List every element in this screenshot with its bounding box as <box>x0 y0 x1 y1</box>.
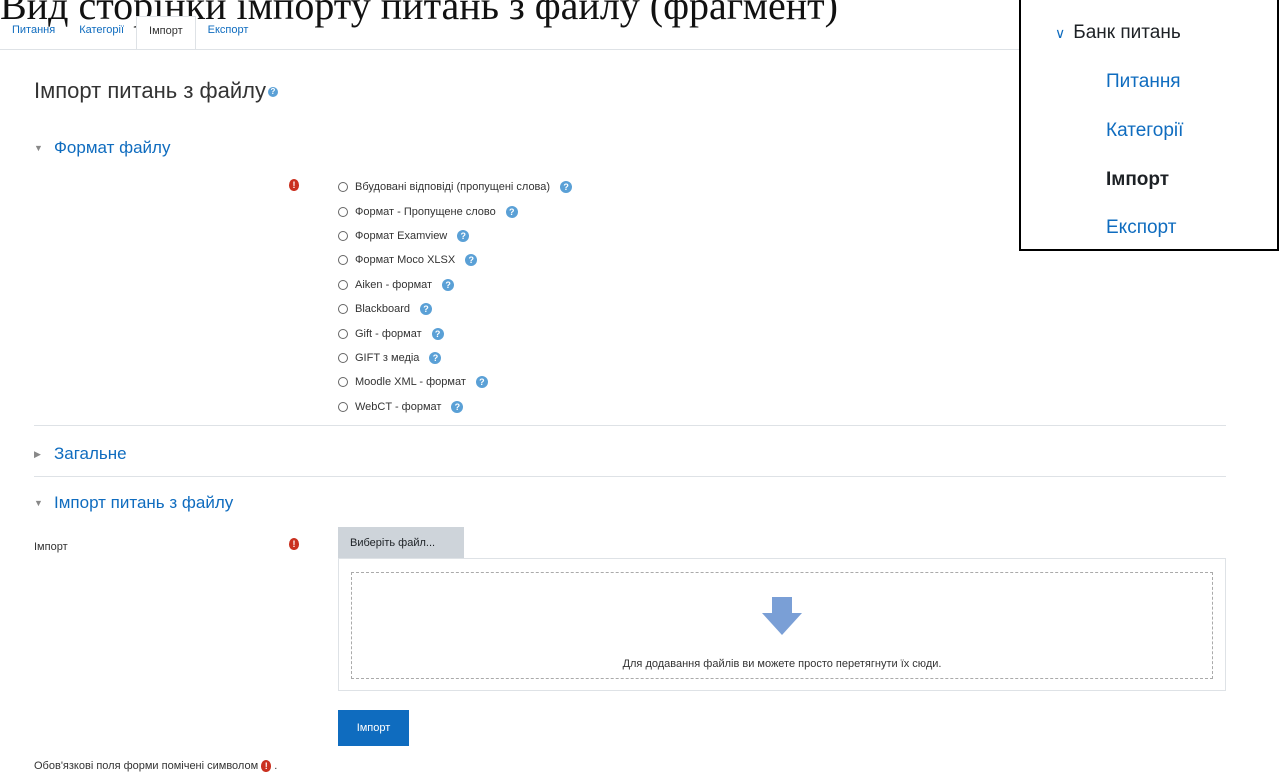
page-title-wrap: Імпорт питань з файлу? <box>34 78 278 104</box>
format-radio-group: Вбудовані відповіді (пропущені слова)? Ф… <box>338 175 573 419</box>
section-general-header[interactable]: ▶ Загальне <box>34 444 127 464</box>
format-option-label: Вбудовані відповіді (пропущені слова) <box>355 181 551 194</box>
question-bank-menu: ∨ Банк питань Питання Категорії Імпорт Е… <box>1019 0 1279 251</box>
question-bank-tabs: Питання Категорії Імпорт Експорт <box>0 16 260 50</box>
required-note-text: Обов'язкові поля форми помічені символом <box>34 760 259 772</box>
section-format-header[interactable]: ▼ Формат файлу <box>34 138 170 158</box>
question-circle-icon[interactable]: ? <box>431 327 444 340</box>
radio-button[interactable] <box>338 230 348 241</box>
format-option-label: Формат - Пропущене слово <box>355 205 496 218</box>
radio-button[interactable] <box>338 377 348 388</box>
import-field-label: Імпорт <box>34 541 68 553</box>
section-general-title: Загальне <box>54 444 127 463</box>
section-format-title: Формат файлу <box>54 138 171 157</box>
required-note: Обов'язкові поля форми помічені символом… <box>34 760 278 772</box>
section-divider <box>34 476 1226 477</box>
caret-down-icon: ▼ <box>34 143 43 153</box>
file-drop-area[interactable]: Для додавання файлів ви можете просто пе… <box>338 558 1226 691</box>
format-option-label: WebCT - формат <box>355 400 442 413</box>
question-circle-icon[interactable]: ? <box>451 400 464 413</box>
radio-button[interactable] <box>338 255 348 266</box>
question-bank-menu-title: Банк питань <box>1073 22 1181 43</box>
tab-export[interactable]: Експорт <box>196 16 261 50</box>
chevron-down-icon: ∨ <box>1055 24 1066 41</box>
question-circle-icon[interactable]: ? <box>429 351 442 364</box>
radio-button[interactable] <box>338 206 348 217</box>
menu-item-import[interactable]: Імпорт <box>1106 169 1169 191</box>
format-option-label: Blackboard <box>355 303 411 316</box>
format-option[interactable]: WebCT - формат? <box>338 395 572 419</box>
format-option[interactable]: Blackboard? <box>338 297 572 321</box>
section-import-file-header[interactable]: ▼ Імпорт питань з файлу <box>34 493 233 513</box>
format-option-label: Gift - формат <box>355 327 422 340</box>
format-option[interactable]: Moodle XML - формат? <box>338 370 572 394</box>
question-bank-menu-header[interactable]: ∨ Банк питань <box>1055 22 1181 44</box>
radio-button[interactable] <box>338 352 348 363</box>
section-divider <box>34 425 1226 426</box>
arrow-down-icon <box>762 597 802 635</box>
question-circle-icon[interactable]: ? <box>267 87 278 98</box>
choose-file-button[interactable]: Виберіть файл... <box>338 527 464 559</box>
tabs-divider <box>0 49 1030 50</box>
question-circle-icon[interactable]: ? <box>442 278 455 291</box>
exclamation-circle-icon: ! <box>261 760 272 772</box>
format-option-label: Moodle XML - формат <box>355 376 466 389</box>
question-circle-icon[interactable]: ? <box>457 229 470 242</box>
import-button[interactable]: Імпорт <box>338 710 409 746</box>
section-import-file-title: Імпорт питань з файлу <box>54 493 234 512</box>
format-option-label: Формат Moco XLSX <box>355 254 456 267</box>
format-option[interactable]: Формат - Пропущене слово? <box>338 199 572 223</box>
menu-item-questions[interactable]: Питання <box>1106 71 1181 93</box>
radio-button[interactable] <box>338 401 348 412</box>
file-drop-zone[interactable]: Для додавання файлів ви можете просто пе… <box>351 572 1213 679</box>
format-option-label: GIFT з медіа <box>355 351 420 364</box>
file-picker: Виберіть файл... Для додавання файлів ви… <box>338 527 1226 693</box>
caret-right-icon: ▶ <box>34 448 41 459</box>
format-option[interactable]: Aiken - формат? <box>338 273 572 297</box>
radio-button[interactable] <box>338 182 348 193</box>
radio-button[interactable] <box>338 304 348 315</box>
question-circle-icon[interactable]: ? <box>505 205 518 218</box>
menu-item-export[interactable]: Експорт <box>1106 217 1176 239</box>
tab-import[interactable]: Імпорт <box>136 16 196 50</box>
page-title: Імпорт питань з файлу <box>34 78 266 103</box>
exclamation-circle-icon: ! <box>289 179 299 191</box>
caret-down-icon: ▼ <box>34 498 43 508</box>
menu-item-categories[interactable]: Категорії <box>1106 120 1183 142</box>
radio-button[interactable] <box>338 279 348 290</box>
format-option[interactable]: Вбудовані відповіді (пропущені слова)? <box>338 175 573 199</box>
format-option-label: Aiken - формат <box>355 278 433 291</box>
format-option[interactable]: Gift - формат? <box>338 321 572 345</box>
tab-questions[interactable]: Питання <box>0 16 67 50</box>
question-circle-icon[interactable]: ? <box>475 376 488 389</box>
question-circle-icon[interactable]: ? <box>465 254 478 267</box>
format-option[interactable]: Формат Moco XLSX? <box>338 248 572 272</box>
format-option[interactable]: GIFT з медіа? <box>338 346 572 370</box>
format-option-label: Формат Examview <box>355 229 448 242</box>
radio-button[interactable] <box>338 328 348 339</box>
question-circle-icon[interactable]: ? <box>560 181 573 194</box>
question-circle-icon[interactable]: ? <box>420 303 433 316</box>
format-option[interactable]: Формат Examview? <box>338 224 572 248</box>
tab-categories[interactable]: Категорії <box>67 16 136 50</box>
drop-hint: Для додавання файлів ви можете просто пе… <box>622 658 942 670</box>
exclamation-circle-icon: ! <box>289 538 299 550</box>
